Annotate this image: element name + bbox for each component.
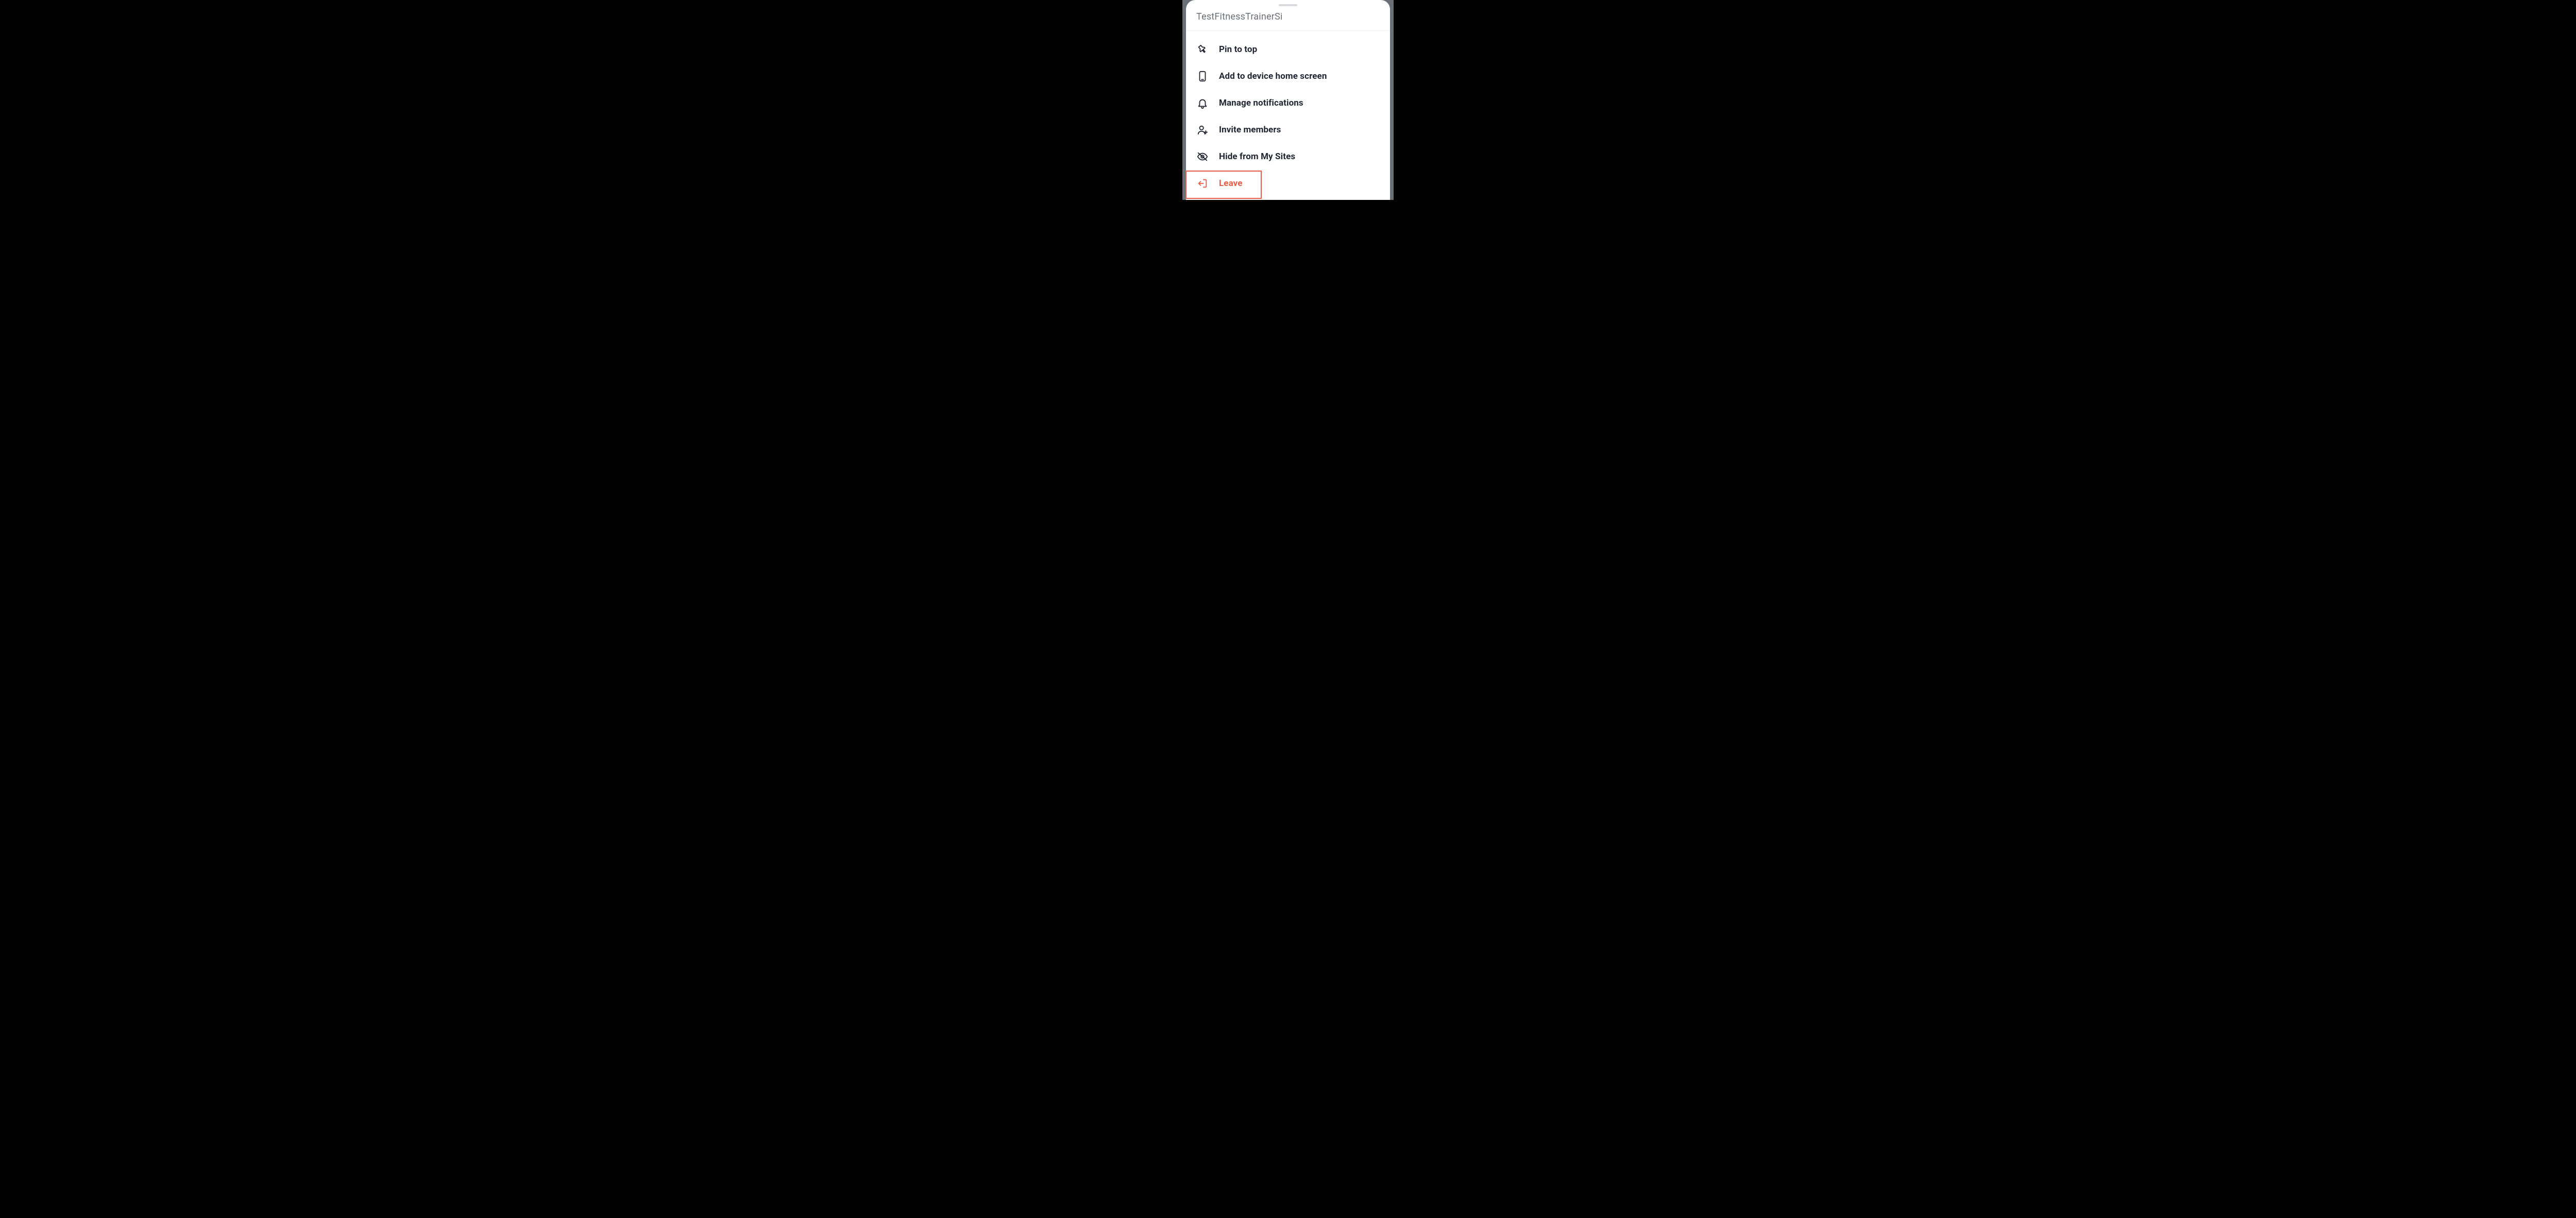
menu-item-invite-members[interactable]: Invite members xyxy=(1186,116,1390,143)
phone-frame: TestFitnessTrainerSi Pin to top xyxy=(1182,0,1394,200)
menu-item-leave[interactable]: Leave xyxy=(1186,170,1390,197)
menu-item-hide-from-my-sites[interactable]: Hide from My Sites xyxy=(1186,143,1390,170)
drag-handle[interactable] xyxy=(1279,4,1297,6)
menu-item-add-home-screen[interactable]: Add to device home screen xyxy=(1186,63,1390,90)
person-plus-icon xyxy=(1196,124,1209,136)
menu-item-label: Add to device home screen xyxy=(1219,71,1327,81)
sheet-title: TestFitnessTrainerSi xyxy=(1196,11,1380,22)
menu-list: Pin to top Add to device home screen xyxy=(1186,31,1390,197)
sheet-header: TestFitnessTrainerSi xyxy=(1186,8,1390,31)
bell-icon xyxy=(1196,97,1209,109)
menu-item-label: Manage notifications xyxy=(1219,98,1303,108)
menu-item-pin-to-top[interactable]: Pin to top xyxy=(1186,36,1390,63)
menu-item-label: Pin to top xyxy=(1219,44,1257,55)
eye-off-icon xyxy=(1196,150,1209,163)
menu-item-manage-notifications[interactable]: Manage notifications xyxy=(1186,90,1390,116)
leave-icon xyxy=(1196,177,1209,190)
action-sheet: TestFitnessTrainerSi Pin to top xyxy=(1186,0,1390,200)
menu-item-label: Hide from My Sites xyxy=(1219,151,1295,162)
pin-icon xyxy=(1196,43,1209,56)
menu-item-label: Leave xyxy=(1219,178,1243,189)
menu-item-label: Invite members xyxy=(1219,125,1281,135)
phone-icon xyxy=(1196,70,1209,82)
